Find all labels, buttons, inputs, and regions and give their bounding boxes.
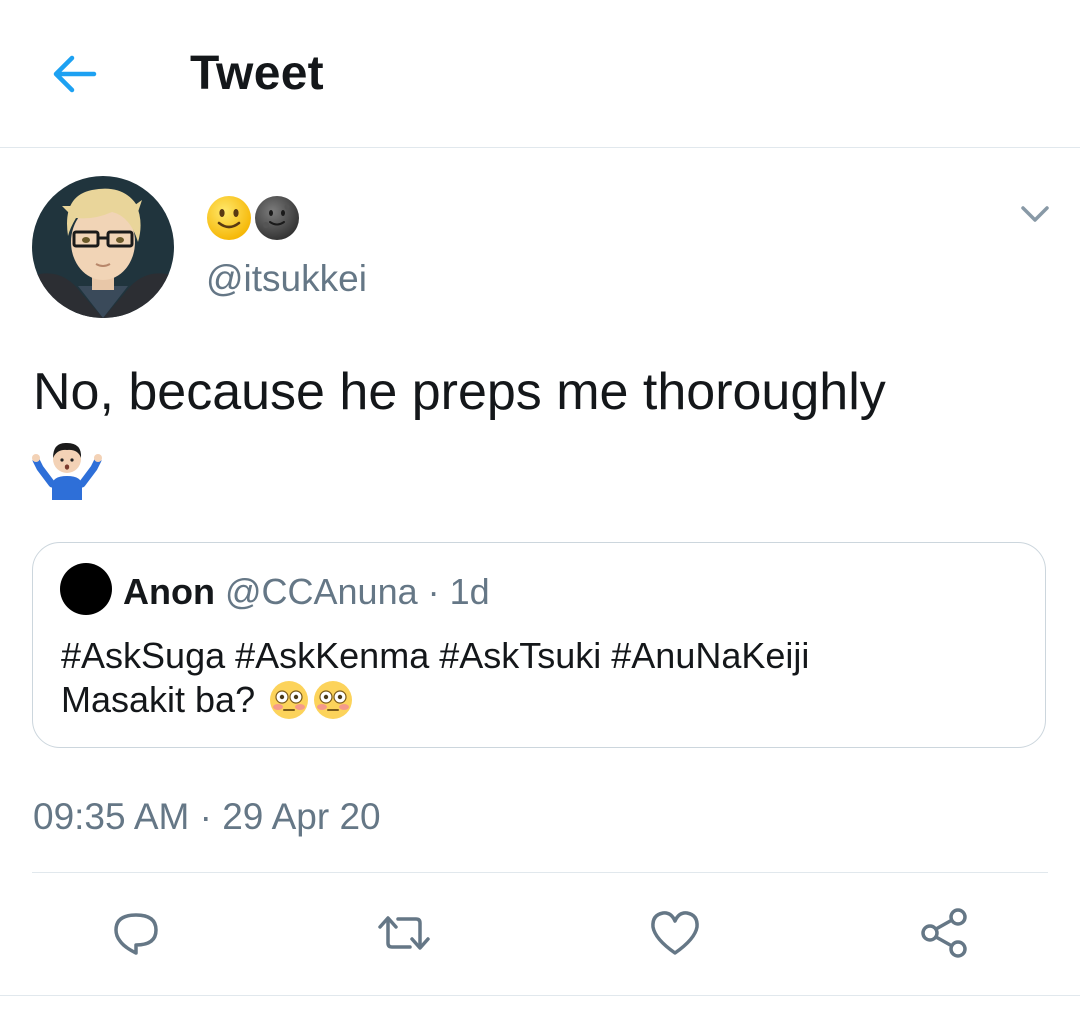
quoted-text: Masakit ba? <box>61 679 256 720</box>
quoted-hashtags[interactable]: #AskSuga #AskKenma #AskTsuki #AnuNaKeiji <box>61 629 809 683</box>
quoted-handle: @CCAnuna <box>224 571 418 612</box>
person-shrugging-icon <box>32 438 102 500</box>
author-avatar[interactable] <box>32 176 174 318</box>
quoted-avatar[interactable] <box>60 563 112 615</box>
author-display-name[interactable] <box>206 192 300 244</box>
quoted-tweet[interactable]: Anon @CCAnuna · 1d #AskSuga #AskKenma #A… <box>32 542 1046 748</box>
like-button[interactable] <box>647 905 703 961</box>
slightly-smiling-face-icon <box>207 196 251 240</box>
page-title: Tweet <box>190 47 324 100</box>
chevron-down-icon <box>1021 206 1049 222</box>
quoted-text-line: Masakit ba? <box>61 679 353 721</box>
quoted-header: Anon @CCAnuna · 1d <box>123 571 490 613</box>
arrow-left-icon <box>53 55 97 93</box>
flushed-face-icon <box>314 681 353 719</box>
share-icon <box>921 908 967 958</box>
reply-icon <box>114 913 158 955</box>
author-handle[interactable]: @itsukkei <box>206 258 367 300</box>
flushed-face-icon <box>270 681 309 719</box>
like-icon <box>651 911 699 955</box>
back-button[interactable] <box>48 50 100 98</box>
divider <box>0 995 1080 996</box>
retweet-button[interactable] <box>376 905 432 961</box>
share-button[interactable] <box>916 905 972 961</box>
retweet-icon <box>378 916 430 950</box>
new-moon-face-icon <box>255 196 299 240</box>
tweet-text: No, because he preps me thoroughly <box>33 363 886 421</box>
top-bar: Tweet <box>0 0 1080 148</box>
quoted-age: 1d <box>449 571 490 612</box>
divider <box>32 872 1048 873</box>
quoted-name: Anon <box>123 571 215 612</box>
quoted-separator: · <box>417 571 450 612</box>
more-options-button[interactable] <box>1015 198 1055 230</box>
reply-button[interactable] <box>108 905 164 961</box>
tweet-timestamp: 09:35 AM · 29 Apr 20 <box>33 796 381 837</box>
